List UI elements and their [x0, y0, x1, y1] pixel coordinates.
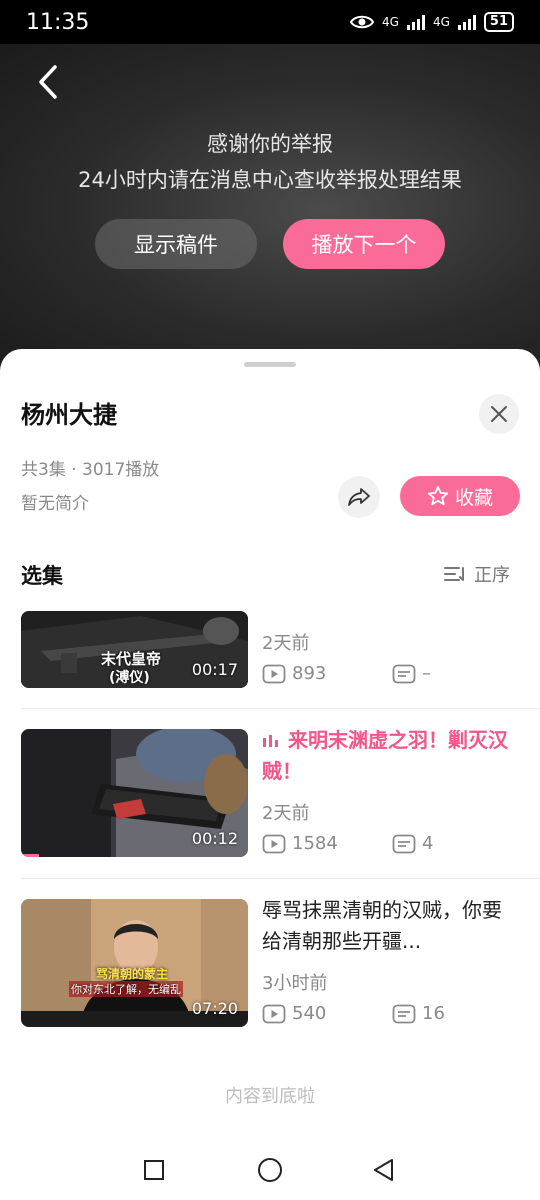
play-count-icon [262, 834, 286, 853]
play-count-icon [262, 664, 286, 683]
episode-time: 2天前 [262, 633, 310, 654]
divider [21, 878, 540, 879]
signal-icon [406, 14, 425, 30]
status-icons: 4G 4G 51 [350, 12, 514, 32]
episode-thumbnail: 骂清朝的蒙主 你对东北了解，无编乱 07:20 [21, 899, 248, 1027]
episodes-heading: 选集 [21, 564, 63, 588]
play-count-icon [262, 1004, 286, 1023]
thumbnail-caption: 你对东北了解，无编乱 [69, 981, 183, 997]
system-nav-bar [0, 1140, 540, 1200]
back-nav-button[interactable] [364, 1150, 404, 1190]
back-arrow-icon [39, 65, 57, 99]
collection-title: 杨州大捷 [21, 401, 117, 429]
comments-count: – [422, 663, 431, 684]
views-stat: 893 [262, 663, 392, 684]
playing-progress-indicator [21, 854, 39, 857]
comments-count: 16 [422, 1003, 445, 1024]
status-time: 11:35 [26, 9, 90, 35]
comments-stat: – [392, 663, 431, 684]
views-count: 893 [292, 663, 327, 684]
collection-meta: 共3集 · 3017播放 [21, 460, 160, 480]
show-video-button[interactable]: 显示稿件 [95, 219, 257, 269]
circle-icon [258, 1158, 282, 1182]
sort-icon [444, 567, 464, 581]
duration-label: 07:20 [191, 999, 238, 1018]
episode-item[interactable]: 骂清朝的蒙主 你对东北了解，无编乱 07:20 辱骂抹黑清朝的汉贼，你要给清朝那… [0, 898, 540, 1029]
report-result-text: 24小时内请在消息中心查收举报处理结果 [78, 168, 462, 192]
eye-icon [350, 15, 375, 29]
duration-label: 00:17 [191, 660, 238, 679]
episode-title: 辱骂抹黑清朝的汉贼，你要给清朝那些开疆... [262, 898, 502, 953]
sheet-handle[interactable] [244, 362, 296, 367]
episode-item[interactable]: 末代皇帝 (溥仪) 00:17 2天前 893 – [0, 611, 540, 699]
network-label-1: 4G [382, 15, 399, 29]
comment-icon [392, 1004, 416, 1023]
signal-icon [457, 14, 476, 30]
now-playing-icon [263, 735, 278, 747]
views-count: 1584 [292, 833, 338, 854]
collection-sheet: 杨州大捷 共3集 · 3017播放 暂无简介 收藏 选集 正序 末代皇帝 (溥仪… [0, 349, 540, 1200]
episode-thumbnail: 末代皇帝 (溥仪) 00:17 [21, 611, 248, 688]
recents-button[interactable] [134, 1150, 174, 1190]
duration-label: 00:12 [191, 829, 238, 848]
episode-thumbnail: 00:12 [21, 729, 248, 857]
comments-stat: 16 [392, 1003, 445, 1024]
favorite-button[interactable]: 收藏 [400, 476, 520, 516]
views-count: 540 [292, 1003, 327, 1024]
episode-item[interactable]: 00:12 来明末渊虚之羽！剿灭汉贼！ 2天前 1584 4 [0, 728, 540, 859]
video-player[interactable]: 感谢你的举报 24小时内请在消息中心查收举报处理结果 显示稿件 播放下一个 [0, 44, 540, 374]
episode-stats: 893 – [262, 663, 431, 684]
episode-time: 2天前 [262, 803, 310, 824]
share-icon [348, 488, 370, 506]
triangle-back-icon [374, 1159, 393, 1181]
share-button[interactable] [338, 476, 380, 518]
star-icon [427, 485, 449, 506]
play-next-button[interactable]: 播放下一个 [283, 219, 445, 269]
square-icon [144, 1160, 164, 1180]
episode-title: 来明末渊虚之羽！剿灭汉贼！ [262, 725, 520, 787]
episode-stats: 1584 4 [262, 833, 433, 854]
episode-title-text: 来明末渊虚之羽！剿灭汉贼！ [262, 728, 508, 783]
views-stat: 1584 [262, 833, 392, 854]
favorite-label: 收藏 [454, 486, 493, 509]
home-button[interactable] [250, 1150, 290, 1190]
end-of-list-text: 内容到底啦 [225, 1086, 315, 1107]
status-bar: 11:35 4G 4G 51 [0, 0, 540, 44]
comment-icon [392, 834, 416, 853]
back-button[interactable] [30, 62, 66, 102]
close-button[interactable] [479, 394, 519, 434]
network-label-2: 4G [432, 15, 450, 29]
views-stat: 540 [262, 1003, 392, 1024]
thumbnail-caption: 末代皇帝 [101, 650, 162, 668]
close-icon [491, 406, 507, 422]
episode-stats: 540 16 [262, 1003, 445, 1024]
divider [21, 708, 540, 709]
episode-time: 3小时前 [262, 973, 328, 994]
comments-count: 4 [422, 833, 434, 854]
battery-icon: 51 [483, 12, 514, 32]
collection-intro: 暂无简介 [21, 494, 89, 514]
sort-toggle[interactable]: 正序 [444, 561, 510, 587]
thumbnail-caption: 骂清朝的蒙主 [96, 967, 169, 981]
comment-icon [392, 664, 416, 683]
report-thanks-text: 感谢你的举报 [207, 132, 333, 156]
comments-stat: 4 [392, 833, 433, 854]
thumbnail-caption: (溥仪) [109, 670, 150, 686]
sort-label: 正序 [474, 565, 510, 586]
